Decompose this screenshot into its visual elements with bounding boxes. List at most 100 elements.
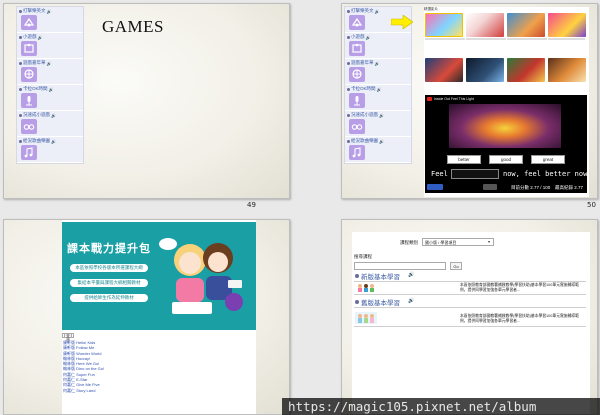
answer-button-good[interactable]: good [489, 155, 523, 164]
sidebar-item[interactable]: 遊戲嘉年華 🔊 [17, 59, 83, 85]
speaker-icon[interactable]: 🔊 [38, 35, 43, 40]
kids-thumbnail-icon[interactable] [355, 312, 377, 324]
music-icon[interactable] [21, 145, 37, 160]
speaker-icon[interactable]: 🔊 [49, 87, 54, 92]
lyric-suffix: now, feel better now [503, 170, 588, 178]
sidebar-item[interactable]: 絵況歌曲樂園 🔊 [17, 137, 83, 163]
sidebar-item[interactable]: 小遊戲 🔊 [17, 33, 83, 59]
textbook-link[interactable]: 何嘉仁 Story Land [63, 388, 104, 393]
games-sidebar: 打擊樂英文 🔊 小遊戲 🔊 遊戲嘉年華 🔊 卡拉OK時間 🔊 況速成小遊戲 🔊 絵況歌曲樂… [344, 6, 412, 164]
replay-control-button[interactable] [483, 184, 497, 190]
textbook-link[interactable]: 翰林版 Dino on the Go! [63, 366, 104, 371]
section-title[interactable]: 舊版基本學習 [361, 297, 400, 307]
best-score: 最高紀錄 2.77 [555, 185, 584, 190]
glasses-icon[interactable] [349, 119, 365, 134]
divider [354, 294, 586, 295]
speaker-icon[interactable]: 🔊 [379, 113, 384, 118]
textbook-link-list: 康軒版 Hello! Kids 康軒版 Follow Me 康軒版 Wonder… [63, 340, 104, 393]
chevron-down-icon[interactable]: ▾ [488, 239, 490, 244]
section-title[interactable]: 新版基本學習 [361, 271, 400, 281]
promo-item: 本區依照學校各版本所選課程大綱 [70, 264, 148, 272]
sidebar-item[interactable]: 打擊樂英文 🔊 [17, 7, 83, 33]
speaker-icon[interactable]: 🔊 [408, 272, 414, 278]
speaker-icon[interactable]: 🔊 [51, 139, 56, 144]
video-frame [449, 104, 561, 148]
pointer-arrow-icon [391, 15, 413, 29]
sidebar-item-label: 況速成小遊戲 [23, 112, 50, 117]
slide-50: 打擊樂英文 🔊 小遊戲 🔊 遊戲嘉年華 🔊 卡拉OK時間 🔊 況速成小遊戲 🔊 絵況歌曲樂… [341, 3, 598, 199]
video-thumbnail[interactable] [425, 13, 463, 37]
microphone-icon[interactable] [21, 93, 37, 108]
glasses-icon[interactable] [21, 119, 37, 134]
video-thumbnail[interactable] [466, 13, 504, 37]
slide-49: 打擊樂英文 🔊 小遊戲 🔊 遊戲嘉年華 🔊 卡拉OK時間 🔊 況速成小遊戲 🔊 絵況歌曲樂… [3, 3, 290, 199]
search-course-label: 搜尋課程 [354, 254, 372, 259]
kids-illustration [159, 238, 243, 314]
ferris-icon[interactable] [21, 67, 37, 82]
search-button[interactable]: 查詢 [64, 333, 72, 342]
video-thumbnail[interactable] [548, 13, 586, 37]
sidebar-item-label: 卡拉OK時間 [23, 86, 48, 91]
kids-thumbnail-icon[interactable] [356, 283, 376, 293]
sidebar-item-label: 絵況歌曲樂園 [23, 138, 50, 143]
ferris-icon[interactable] [349, 67, 365, 82]
speaker-icon[interactable]: 🔊 [377, 87, 382, 92]
go-button[interactable]: Go [450, 262, 462, 270]
puzzle-icon[interactable] [349, 41, 365, 56]
microphone-icon[interactable] [349, 93, 365, 108]
video-thumbnail[interactable] [548, 58, 586, 82]
sidebar-item-label: 打擊樂英文 [351, 8, 374, 13]
course-category-label: 課程類別 [400, 240, 418, 245]
speaker-icon[interactable]: 🔊 [51, 113, 56, 118]
video-gallery: 精選影片 Inside Out Feel This Light better g… [424, 7, 589, 197]
sidebar-item-label: 況速成小遊戲 [351, 112, 378, 117]
puzzle-icon[interactable] [21, 41, 37, 56]
video-thumbnail[interactable] [507, 58, 545, 82]
video-thumbnail[interactable] [425, 58, 463, 82]
sidebar-item[interactable]: 小遊戲 🔊 [345, 33, 411, 59]
divider [354, 307, 586, 308]
sidebar-item-label: 遊戲嘉年華 [351, 60, 374, 65]
speaker-icon[interactable]: 🔊 [366, 35, 371, 40]
speaker-icon[interactable]: 🔊 [408, 298, 414, 304]
drum-game-icon[interactable] [349, 15, 365, 30]
answer-button-great[interactable]: great [531, 155, 565, 164]
page-number: 49 [247, 201, 256, 209]
lyric-answer-input[interactable] [451, 169, 499, 179]
promo-banner: 課本戰力提升包 本區依照學校各版本所選課程大綱 集結本平臺與課程大綱相關教材 提… [62, 222, 256, 330]
answer-button-better[interactable]: better [447, 155, 481, 164]
sidebar-item-label: 絵況歌曲樂園 [351, 138, 378, 143]
video-thumbnail[interactable] [466, 58, 504, 82]
sidebar-item[interactable]: 況速成小遊戲 🔊 [17, 111, 83, 137]
youtube-logo-icon [427, 97, 432, 101]
sidebar-item[interactable]: 遊戲嘉年華 🔊 [345, 59, 411, 85]
course-category-select[interactable]: 國小版 / 學習項目 [422, 238, 494, 246]
sidebar-item[interactable]: 卡拉OK時間 🔊 [345, 85, 411, 111]
speaker-icon[interactable]: 🔊 [375, 9, 380, 14]
drum-game-icon[interactable] [21, 15, 37, 30]
promo-title: 課本戰力提升包 [67, 243, 151, 255]
sidebar-item[interactable]: 卡拉OK時間 🔊 [17, 85, 83, 111]
sidebar-item[interactable]: 況速成小遊戲 🔊 [345, 111, 411, 137]
play-control-button[interactable] [427, 184, 443, 190]
speaker-icon[interactable]: 🔊 [379, 139, 384, 144]
album-watermark: https://magic105.pixnet.net/album [282, 398, 600, 415]
textbook-link[interactable]: 何嘉仁 Give Me Five [63, 382, 104, 387]
promo-item: 提供給師生作為延伸教材 [70, 294, 148, 302]
page-title: GAMES [102, 17, 165, 36]
speaker-icon[interactable]: 🔊 [47, 9, 52, 14]
slide-promo: 課本戰力提升包 本區依照學校各版本所選課程大綱 集結本平臺與課程大綱相關教材 提… [3, 219, 290, 415]
video-player[interactable]: Inside Out Feel This Light better good g… [425, 95, 587, 193]
divider [354, 281, 586, 282]
current-score: 目前分數 2.77 / 100 [511, 185, 551, 190]
sidebar-item-label: 打擊樂英文 [23, 8, 46, 13]
thumbnail-captions [425, 38, 585, 41]
section-bullet-icon [355, 300, 359, 304]
search-course-input[interactable] [354, 262, 446, 270]
speaker-icon[interactable]: 🔊 [375, 61, 380, 66]
video-thumbnail[interactable] [507, 13, 545, 37]
speaker-icon[interactable]: 🔊 [47, 61, 52, 66]
music-icon[interactable] [349, 145, 365, 160]
sidebar-item[interactable]: 絵況歌曲樂園 🔊 [345, 137, 411, 163]
sidebar-item-label: 小遊戲 [23, 34, 37, 39]
